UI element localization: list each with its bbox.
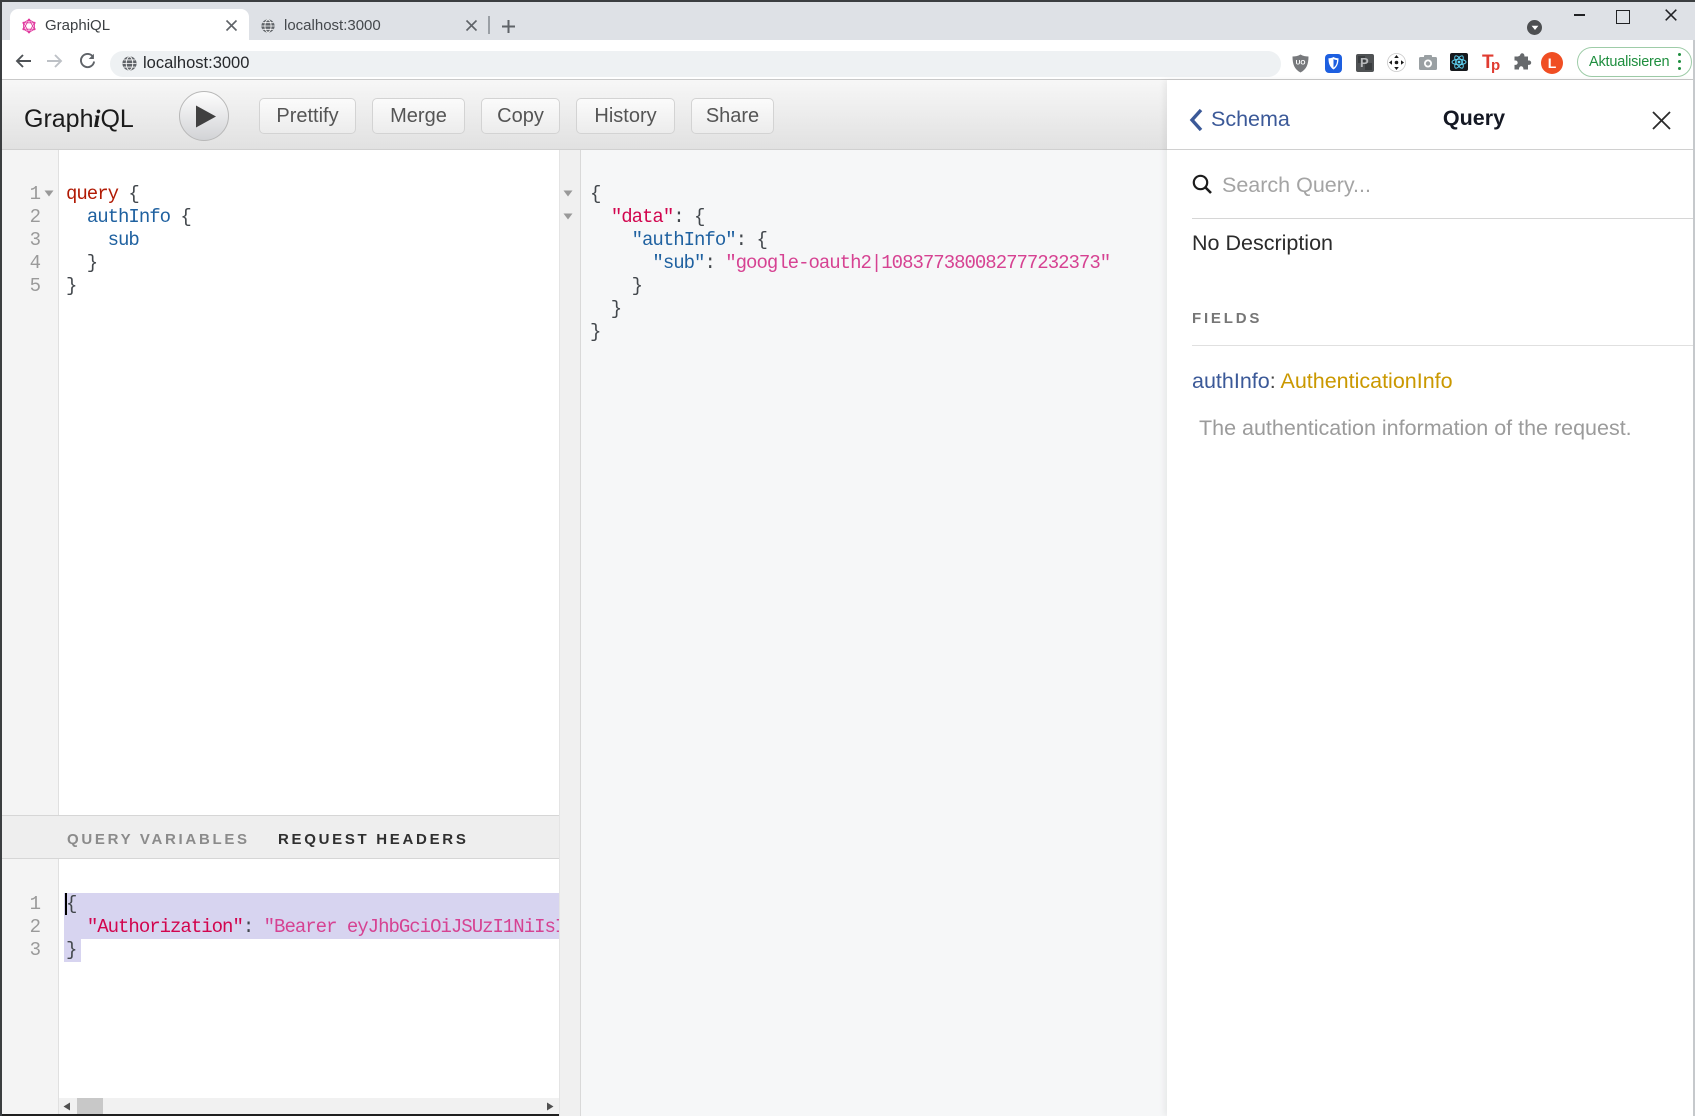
svg-text:UO: UO — [1296, 60, 1306, 67]
